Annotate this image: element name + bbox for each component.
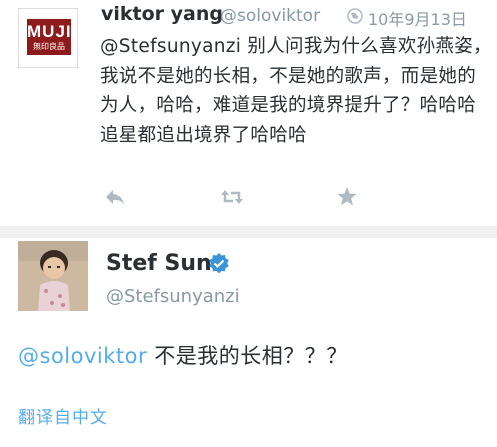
globe-icon — [347, 8, 363, 24]
tweet-author-name[interactable]: Stef Sun — [106, 251, 212, 276]
tweet-text: @Stefsunyanzi 别人问我为什么喜欢孙燕姿，我说不是她的长相，不是她的… — [100, 36, 492, 146]
verified-badge-icon — [209, 253, 229, 274]
tweet-stef-sun[interactable]: Stef Sun @Stefsunyanzi @soloviktor 不是我的长… — [0, 238, 497, 447]
tweet-text-body: 不是我的长相？？？ — [147, 344, 348, 368]
tweet-text: @soloviktor 不是我的长相？？？ — [18, 340, 348, 370]
muji-logo-word: MUJI — [27, 22, 72, 41]
tweet-author-name[interactable]: viktor yang — [101, 3, 223, 25]
tweet-viktor-yang[interactable]: MUJI 無印良品 viktor yang @soloviktor 10年9月1… — [0, 0, 497, 226]
mention-link[interactable]: @soloviktor — [18, 344, 147, 368]
retweet-icon[interactable] — [218, 183, 246, 211]
reply-icon[interactable] — [101, 183, 129, 211]
muji-logo: MUJI 無印良品 — [27, 19, 71, 55]
tweet-author-handle[interactable]: @soloviktor — [220, 6, 320, 26]
tweet-date[interactable]: 10年9月13日 — [368, 6, 467, 30]
favorite-icon[interactable] — [333, 183, 361, 211]
tweet-actions — [0, 183, 497, 211]
avatar-muji[interactable]: MUJI 無印良品 — [18, 8, 78, 68]
muji-logo-subtitle: 無印良品 — [33, 42, 65, 51]
translate-link[interactable]: 翻译自中文 — [18, 403, 108, 428]
tweet-author-handle[interactable]: @Stefsunyanzi — [106, 286, 240, 307]
tweet-separator — [0, 226, 497, 238]
avatar-stef-sun[interactable] — [18, 241, 88, 311]
avatar-child-photo — [18, 241, 88, 311]
